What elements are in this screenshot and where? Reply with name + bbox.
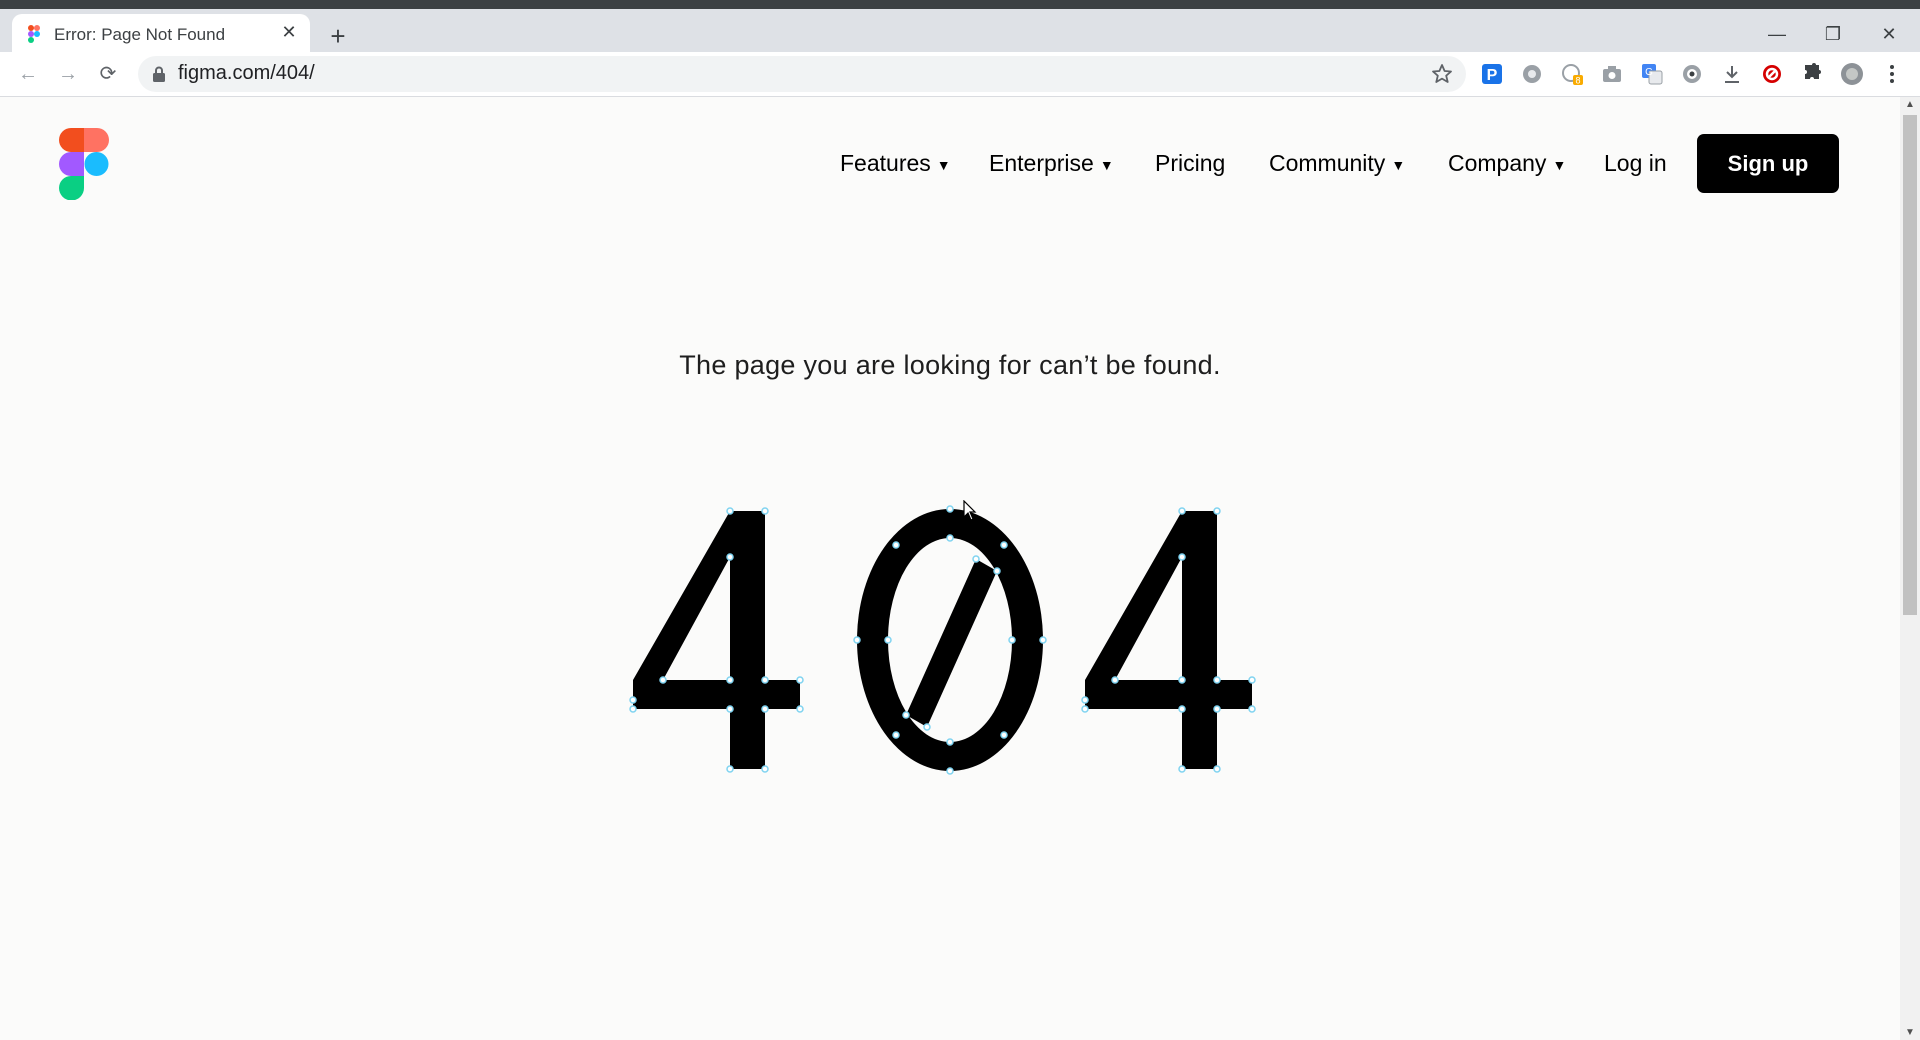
translate-extension-icon[interactable]: G [1640, 62, 1664, 86]
camera-extension-icon[interactable] [1600, 62, 1624, 86]
kebab-menu-icon[interactable] [1880, 62, 1904, 86]
window-frame [0, 0, 1920, 9]
nav-enterprise[interactable]: Enterprise ▼ [989, 150, 1114, 177]
tab-close-icon[interactable]: ✕ [278, 21, 300, 43]
tab-strip: Error: Page Not Found ✕ + — ❐ ✕ [0, 9, 1920, 52]
not-found-message: The page you are looking for can’t be fo… [679, 350, 1221, 380]
figma-favicon-icon [28, 25, 40, 43]
figma-logo-icon[interactable] [59, 128, 109, 200]
caret-down-icon: ▼ [1099, 156, 1114, 173]
block-extension-icon[interactable] [1760, 62, 1784, 86]
puzzle-icon[interactable] [1800, 62, 1824, 86]
digit-four-left [633, 511, 800, 769]
mouse-cursor-icon [963, 500, 977, 521]
nav-pricing[interactable]: Pricing [1155, 150, 1225, 177]
nav-login-label: Log in [1604, 150, 1667, 176]
nav-community[interactable]: Community ▼ [1269, 150, 1405, 177]
close-window-button[interactable]: ✕ [1867, 19, 1911, 49]
restore-button[interactable]: ❐ [1811, 19, 1855, 49]
tab-title: Error: Page Not Found [54, 25, 226, 44]
download-icon[interactable] [1720, 62, 1744, 86]
profile-avatar[interactable] [1840, 62, 1864, 86]
nav-features-label: Features [840, 150, 931, 176]
address-bar[interactable]: figma.com/404/ [138, 56, 1466, 92]
nav-pricing-label: Pricing [1155, 150, 1226, 176]
caret-down-icon: ▼ [1552, 156, 1567, 173]
scroll-down-arrow-icon[interactable]: ▼ [1904, 1027, 1916, 1038]
caret-down-icon: ▼ [1391, 156, 1406, 173]
nav-community-label: Community [1269, 150, 1386, 176]
signup-button[interactable]: Sign up [1697, 134, 1839, 193]
nav-features[interactable]: Features ▼ [840, 150, 951, 177]
reload-button[interactable]: ⟳ [94, 60, 122, 88]
svg-text:P: P [1487, 67, 1498, 84]
page-scrollbar[interactable]: ▲ ▼ [1900, 97, 1920, 1040]
eye-extension-icon[interactable] [1680, 62, 1704, 86]
minimize-button[interactable]: — [1755, 19, 1799, 49]
p-extension-icon[interactable]: P [1480, 62, 1504, 86]
bookmark-star-icon[interactable] [1430, 62, 1454, 86]
page-content: Features ▼ Enterprise ▼ Pricing Community ▼… [0, 97, 1900, 1040]
nav-company[interactable]: Company ▼ [1448, 150, 1566, 177]
404-vector-graphic [629, 505, 1256, 775]
nav-enterprise-label: Enterprise [989, 150, 1094, 176]
nav-login[interactable]: Log in [1604, 150, 1667, 177]
nav-company-label: Company [1448, 150, 1547, 176]
forward-button[interactable]: → [54, 60, 82, 88]
scroll-thumb[interactable] [1903, 115, 1917, 615]
lock-icon [153, 66, 165, 82]
extension-badge: 8 [1575, 76, 1580, 86]
back-button[interactable]: ← [14, 60, 42, 88]
svg-text:G: G [1645, 67, 1653, 78]
shield-extension-icon[interactable] [1520, 62, 1544, 86]
new-tab-button[interactable]: + [324, 22, 352, 50]
caret-down-icon: ▼ [936, 156, 951, 173]
url-text[interactable]: figma.com/404/ [178, 62, 315, 85]
browser-toolbar: ← → ⟳ figma.com/404/ P 8 G [0, 52, 1920, 97]
digit-four-right [1085, 511, 1252, 769]
active-tab[interactable]: Error: Page Not Found ✕ [12, 14, 310, 52]
chat-extension-icon[interactable]: 8 [1560, 62, 1584, 86]
scroll-up-arrow-icon[interactable]: ▲ [1904, 99, 1916, 110]
